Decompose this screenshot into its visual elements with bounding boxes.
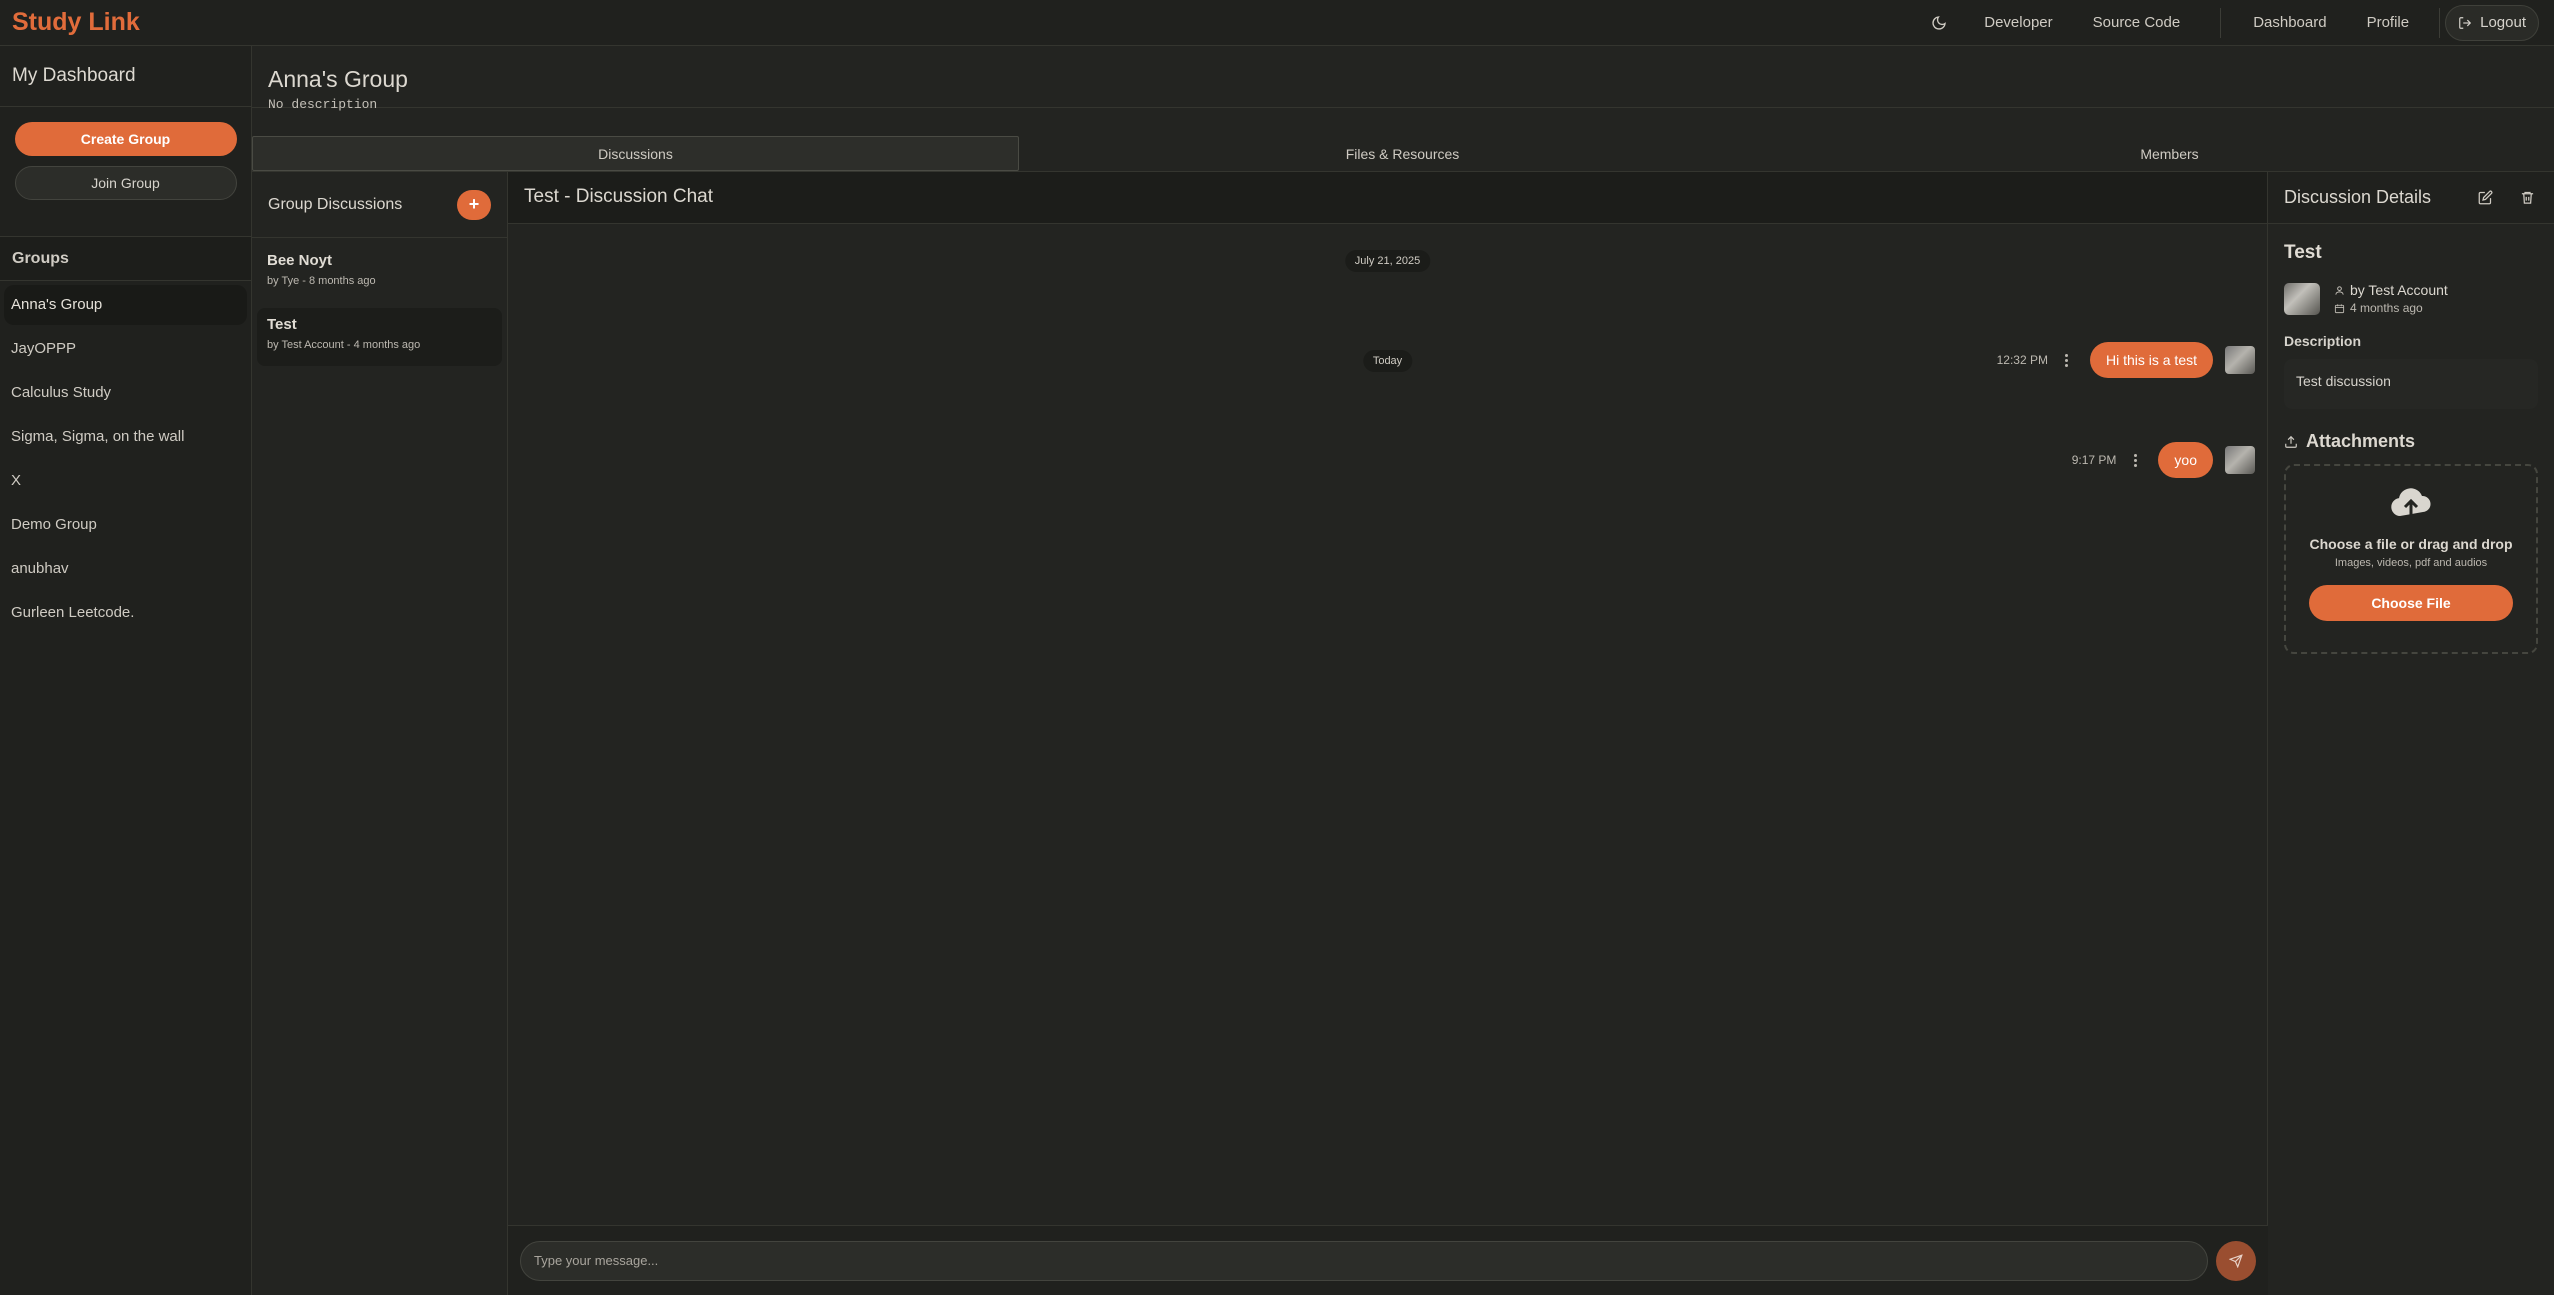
- main-content: Anna's Group No description Discussions …: [252, 46, 2554, 1295]
- group-header: Anna's Group No description: [252, 46, 2554, 112]
- details-time-text: 4 months ago: [2350, 301, 2423, 315]
- group-list: Anna's Group JayOPPP Calculus Study Sigm…: [0, 285, 251, 633]
- discussion-meta: by Tye - 8 months ago: [267, 275, 376, 287]
- discussion-name: Test: [267, 316, 297, 333]
- chat-title: Test - Discussion Chat: [508, 172, 2267, 224]
- sidebar-item-gurleen-leetcode[interactable]: Gurleen Leetcode.: [4, 593, 247, 633]
- tab-discussions[interactable]: Discussions: [252, 136, 1019, 171]
- nav-profile[interactable]: Profile: [2367, 14, 2410, 31]
- sidebar-item-x[interactable]: X: [4, 461, 247, 501]
- group-title: Anna's Group: [268, 66, 408, 92]
- nav-developer[interactable]: Developer: [1984, 14, 2052, 31]
- join-group-button[interactable]: Join Group: [14, 166, 237, 200]
- avatar: [2225, 446, 2255, 474]
- tab-files-resources[interactable]: Files & Resources: [1019, 136, 1786, 171]
- discussion-details-panel: Discussion Details Test by Test Account: [2268, 172, 2554, 1295]
- avatar: [2284, 282, 2320, 315]
- moon-icon[interactable]: [1928, 12, 1950, 34]
- details-author: by Test Account: [2334, 282, 2448, 298]
- attachments-heading: Attachments: [2284, 431, 2538, 452]
- sidebar-item-sigma[interactable]: Sigma, Sigma, on the wall: [4, 417, 247, 457]
- message-time: 12:32 PM: [1996, 353, 2048, 367]
- trash-icon[interactable]: [2516, 187, 2538, 209]
- groups-heading: Groups: [0, 237, 251, 281]
- cloud-upload-icon: [2391, 488, 2431, 516]
- logout-icon: [2459, 16, 2472, 29]
- group-tabs: Discussions Files & Resources Members: [252, 136, 2554, 172]
- description-box: Test discussion: [2284, 359, 2538, 409]
- message-composer: [508, 1225, 2268, 1295]
- logout-button[interactable]: Logout: [2445, 4, 2539, 41]
- sidebar-item-jayoppp[interactable]: JayOPPP: [4, 329, 247, 369]
- discussion-list-panel: Group Discussions + Bee Noyt by Tye - 8 …: [252, 172, 508, 1295]
- details-author-row: by Test Account 4 months ago: [2284, 282, 2538, 315]
- sidebar-item-anubhav[interactable]: anubhav: [4, 549, 247, 589]
- message-input[interactable]: [520, 1240, 2208, 1281]
- avatar: [2225, 346, 2255, 374]
- top-nav: Developer Source Code Dashboard Profile …: [1928, 0, 2554, 45]
- details-title: Test: [2284, 242, 2322, 263]
- create-group-button[interactable]: Create Group: [14, 122, 237, 156]
- discussion-meta: by Test Account - 4 months ago: [267, 339, 421, 351]
- tab-members[interactable]: Members: [1786, 136, 2553, 171]
- group-description: No description: [268, 97, 378, 112]
- message-row: 9:17 PM yoo: [2072, 442, 2255, 478]
- discussion-item-test[interactable]: Test by Test Account - 4 months ago: [257, 308, 502, 366]
- logout-label: Logout: [2480, 14, 2526, 31]
- sidebar-item-demo-group[interactable]: Demo Group: [4, 505, 247, 545]
- message-row: 12:32 PM Hi this is a test: [1997, 342, 2255, 378]
- discussion-item-bee-noyt[interactable]: Bee Noyt by Tye - 8 months ago: [257, 244, 502, 302]
- upload-icon: [2285, 435, 2297, 448]
- sidebar-actions: Create Group Join Group: [0, 107, 251, 237]
- details-time: 4 months ago: [2334, 301, 2448, 315]
- calendar-icon: [2334, 303, 2345, 313]
- details-heading: Discussion Details: [2284, 187, 2432, 207]
- nav-divider: [2220, 7, 2222, 38]
- sidebar: My Dashboard Create Group Join Group Gro…: [0, 46, 252, 1295]
- nav-divider: [2439, 7, 2441, 38]
- message-options-icon[interactable]: [2128, 450, 2142, 470]
- edit-icon[interactable]: [2474, 187, 2496, 209]
- nav-source-code[interactable]: Source Code: [2093, 14, 2181, 31]
- sidebar-title: My Dashboard: [0, 46, 251, 107]
- attachments-label: Attachments: [2306, 431, 2416, 451]
- description-label: Description: [2284, 333, 2362, 349]
- message-options-icon[interactable]: [2060, 350, 2074, 370]
- send-button[interactable]: [2216, 1240, 2256, 1281]
- user-icon: [2335, 285, 2344, 295]
- dropzone-title: Choose a file or drag and drop: [2309, 536, 2513, 552]
- message-bubble: yoo: [2158, 442, 2213, 478]
- send-icon: [2229, 1253, 2243, 1268]
- discussion-name: Bee Noyt: [267, 252, 333, 269]
- nav-dashboard[interactable]: Dashboard: [2253, 14, 2326, 31]
- details-actions: [2474, 187, 2538, 209]
- discussion-list-header: Group Discussions +: [252, 172, 507, 238]
- message-time: 9:17 PM: [2071, 453, 2117, 467]
- details-author-text: by Test Account: [2350, 282, 2448, 298]
- add-discussion-button[interactable]: +: [457, 189, 491, 220]
- date-separator: July 21, 2025: [1344, 250, 1431, 272]
- details-body: Test by Test Account 4 months ago Descri…: [2268, 224, 2554, 672]
- brand-logo[interactable]: Study Link: [12, 8, 140, 37]
- top-navbar: Study Link Developer Source Code Dashboa…: [0, 0, 2554, 46]
- choose-file-button[interactable]: Choose File: [2309, 585, 2513, 621]
- sidebar-item-calculus-study[interactable]: Calculus Study: [4, 373, 247, 413]
- chat-panel: Test - Discussion Chat July 21, 2025 12:…: [508, 172, 2268, 1295]
- discussion-list-title: Group Discussions: [268, 195, 403, 213]
- details-header: Discussion Details: [2268, 172, 2554, 224]
- message-bubble: Hi this is a test: [2089, 342, 2213, 378]
- date-separator: Today: [1362, 350, 1413, 372]
- sidebar-item-annas-group[interactable]: Anna's Group: [4, 285, 247, 325]
- dropzone-subtitle: Images, videos, pdf and audios: [2334, 557, 2488, 569]
- file-dropzone[interactable]: Choose a file or drag and drop Images, v…: [2284, 464, 2538, 654]
